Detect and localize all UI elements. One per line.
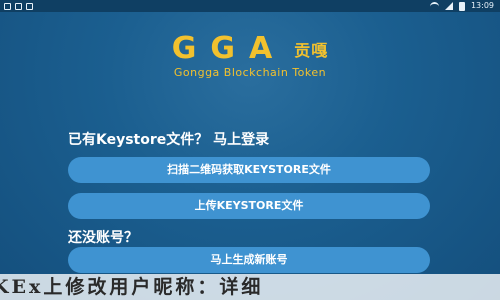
logo-chinese-name: 贡嘎 <box>294 41 329 60</box>
upload-keystore-button[interactable]: 上传KEYSTORE文件 <box>68 193 430 219</box>
notification-icon <box>15 2 22 10</box>
status-right-icons: 13:09 <box>429 0 494 12</box>
logo-line: GGA 贡嘎 <box>0 32 500 66</box>
battery-icon <box>458 1 465 11</box>
create-account-button[interactable]: 马上生成新账号 <box>68 247 430 273</box>
app-screen: 13:09 GGA 贡嘎 Gongga Blockchain Token 已有K… <box>0 0 500 300</box>
status-time: 13:09 <box>470 1 494 10</box>
logo-subtitle: Gongga Blockchain Token <box>173 66 327 79</box>
notification-icon <box>4 2 11 10</box>
no-account-label: 还没账号？ <box>68 230 138 246</box>
notification-icon <box>26 2 33 10</box>
caption-overlay: KEx上修改用户昵称：详细 <box>0 274 500 300</box>
app-logo: GGA 贡嘎 Gongga Blockchain Token <box>0 32 500 80</box>
status-bar: 13:09 <box>0 0 500 12</box>
wifi-icon <box>429 1 439 11</box>
status-left-icons <box>4 0 33 12</box>
logo-title: GGA <box>171 31 287 66</box>
scan-qr-keystore-button[interactable]: 扫描二维码获取KEYSTORE文件 <box>68 157 430 183</box>
signal-icon <box>444 2 453 10</box>
keystore-login-label: 已有Keystore文件？ 马上登录 <box>68 132 270 148</box>
